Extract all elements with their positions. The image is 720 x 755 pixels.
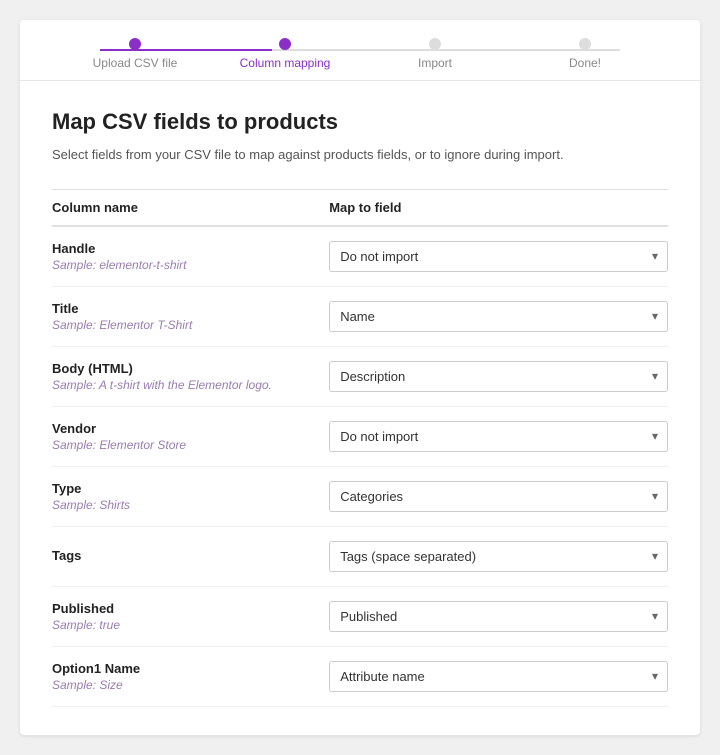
- field-sample: Sample: Size: [52, 678, 313, 692]
- field-info: Tags: [52, 548, 329, 565]
- step-label-upload: Upload CSV file: [93, 56, 178, 70]
- field-name: Title: [52, 301, 313, 316]
- step-dot-import: [429, 38, 441, 50]
- step-done: Done!: [510, 38, 660, 70]
- step-label-mapping: Column mapping: [240, 56, 331, 70]
- map-select[interactable]: Do not importNameDescriptionCategoriesTa…: [329, 361, 668, 392]
- field-name: Body (HTML): [52, 361, 313, 376]
- map-select[interactable]: Do not importNameDescriptionCategoriesTa…: [329, 601, 668, 632]
- column-name-header: Column name: [52, 200, 329, 215]
- field-sample: Sample: Elementor Store: [52, 438, 313, 452]
- table-row: Type Sample: Shirts Do not importNameDescr…: [52, 467, 668, 527]
- content-area: Map CSV fields to products Select fields…: [20, 81, 700, 735]
- table-row: Tags Do not importNameDescriptionCategori…: [52, 527, 668, 587]
- step-dot-upload: [129, 38, 141, 50]
- field-name: Published: [52, 601, 313, 616]
- page-subtitle: Select fields from your CSV file to map …: [52, 145, 668, 165]
- field-info: Title Sample: Elementor T-Shirt: [52, 301, 329, 332]
- field-map: Do not importNameDescriptionCategoriesTa…: [329, 601, 668, 632]
- step-upload: Upload CSV file: [60, 38, 210, 70]
- field-map: Do not importNameDescriptionCategoriesTa…: [329, 541, 668, 572]
- select-wrapper: Do not importNameDescriptionCategoriesTa…: [329, 421, 668, 452]
- main-container: Upload CSV file Column mapping Import Do…: [20, 20, 700, 735]
- field-info: Type Sample: Shirts: [52, 481, 329, 512]
- field-sample: Sample: true: [52, 618, 313, 632]
- field-sample: Sample: A t-shirt with the Elementor log…: [52, 378, 313, 392]
- field-name: Type: [52, 481, 313, 496]
- field-map: Do not importNameDescriptionCategoriesTa…: [329, 421, 668, 452]
- select-wrapper: Do not importNameDescriptionCategoriesTa…: [329, 661, 668, 692]
- step-label-done: Done!: [569, 56, 601, 70]
- map-select[interactable]: Do not importNameDescriptionCategoriesTa…: [329, 541, 668, 572]
- select-wrapper: Do not importNameDescriptionCategoriesTa…: [329, 481, 668, 512]
- field-info: Option1 Name Sample: Size: [52, 661, 329, 692]
- mapping-table: Column name Map to field Handle Sample: e…: [52, 189, 668, 707]
- field-sample: Sample: elementor-t-shirt: [52, 258, 313, 272]
- field-info: Vendor Sample: Elementor Store: [52, 421, 329, 452]
- select-wrapper: Do not importNameDescriptionCategoriesTa…: [329, 601, 668, 632]
- field-name: Handle: [52, 241, 313, 256]
- table-header: Column name Map to field: [52, 190, 668, 227]
- field-map: Do not importNameDescriptionCategoriesTa…: [329, 301, 668, 332]
- field-info: Body (HTML) Sample: A t-shirt with the El…: [52, 361, 329, 392]
- table-row: Published Sample: true Do not importNameDe…: [52, 587, 668, 647]
- field-name: Option1 Name: [52, 661, 313, 676]
- table-row: Handle Sample: elementor-t-shirt Do not im…: [52, 227, 668, 287]
- map-select[interactable]: Do not importNameDescriptionCategoriesTa…: [329, 481, 668, 512]
- step-import: Import: [360, 38, 510, 70]
- select-wrapper: Do not importNameDescriptionCategoriesTa…: [329, 361, 668, 392]
- step-dot-done: [579, 38, 591, 50]
- map-select[interactable]: Do not importNameDescriptionCategoriesTa…: [329, 301, 668, 332]
- field-info: Handle Sample: elementor-t-shirt: [52, 241, 329, 272]
- table-row: Vendor Sample: Elementor Store Do not impo…: [52, 407, 668, 467]
- field-map: Do not importNameDescriptionCategoriesTa…: [329, 661, 668, 692]
- field-info: Published Sample: true: [52, 601, 329, 632]
- map-select[interactable]: Do not importNameDescriptionCategoriesTa…: [329, 661, 668, 692]
- field-map: Do not importNameDescriptionCategoriesTa…: [329, 481, 668, 512]
- field-name: Vendor: [52, 421, 313, 436]
- table-row: Title Sample: Elementor T-Shirt Do not imp…: [52, 287, 668, 347]
- map-select[interactable]: Do not importNameDescriptionCategoriesTa…: [329, 241, 668, 272]
- step-mapping: Column mapping: [210, 38, 360, 70]
- field-sample: Sample: Elementor T-Shirt: [52, 318, 313, 332]
- field-map: Do not importNameDescriptionCategoriesTa…: [329, 361, 668, 392]
- select-wrapper: Do not importNameDescriptionCategoriesTa…: [329, 301, 668, 332]
- table-row: Body (HTML) Sample: A t-shirt with the El…: [52, 347, 668, 407]
- step-label-import: Import: [418, 56, 452, 70]
- page-title: Map CSV fields to products: [52, 109, 668, 135]
- field-name: Tags: [52, 548, 313, 563]
- map-to-field-header: Map to field: [329, 200, 668, 215]
- stepper: Upload CSV file Column mapping Import Do…: [20, 20, 700, 81]
- map-select[interactable]: Do not importNameDescriptionCategoriesTa…: [329, 421, 668, 452]
- select-wrapper: Do not importNameDescriptionCategoriesTa…: [329, 541, 668, 572]
- field-sample: Sample: Shirts: [52, 498, 313, 512]
- table-row: Option1 Name Sample: Size Do not importNam…: [52, 647, 668, 707]
- select-wrapper: Do not importNameDescriptionCategoriesTa…: [329, 241, 668, 272]
- field-map: Do not importNameDescriptionCategoriesTa…: [329, 241, 668, 272]
- step-dot-mapping: [279, 38, 291, 50]
- table-body: Handle Sample: elementor-t-shirt Do not im…: [52, 227, 668, 707]
